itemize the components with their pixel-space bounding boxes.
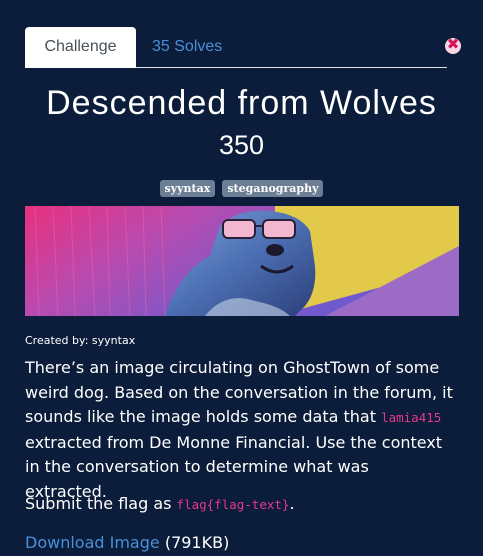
challenge-title: Descended from Wolves <box>46 84 437 122</box>
tab-challenge[interactable]: Challenge <box>25 27 136 68</box>
submit-instructions: Submit the flag as flag{flag-text}. <box>25 494 295 513</box>
tag-badge: steganography <box>222 180 324 197</box>
close-button[interactable]: ✖ <box>445 35 461 54</box>
submit-prefix: Submit the flag as <box>25 494 177 513</box>
submit-suffix: . <box>289 494 295 513</box>
tab-solves[interactable]: 35 Solves <box>152 27 222 68</box>
file-size: (791KB) <box>159 533 230 552</box>
description-text: extracted from De Monne Financial. Use t… <box>25 432 443 501</box>
download-row: Download Image (791KB) <box>25 533 229 552</box>
flag-format-code: flag{flag-text} <box>176 497 290 512</box>
created-by: Created by: syyntax <box>25 334 136 347</box>
challenge-description: There’s an image circulating on GhostTow… <box>25 356 455 504</box>
tab-bar: Challenge 35 Solves <box>25 27 447 68</box>
challenge-points: 350 <box>218 130 265 160</box>
tag-badge: syyntax <box>159 180 216 197</box>
user-code: lamia415 <box>381 410 442 425</box>
close-icon: ✖ <box>446 35 460 53</box>
tag-list: syyntax steganography <box>0 177 483 197</box>
challenge-image <box>25 206 459 316</box>
download-image-link[interactable]: Download Image <box>25 533 160 552</box>
challenge-modal: Challenge 35 Solves ✖ Descended from Wol… <box>0 0 483 556</box>
